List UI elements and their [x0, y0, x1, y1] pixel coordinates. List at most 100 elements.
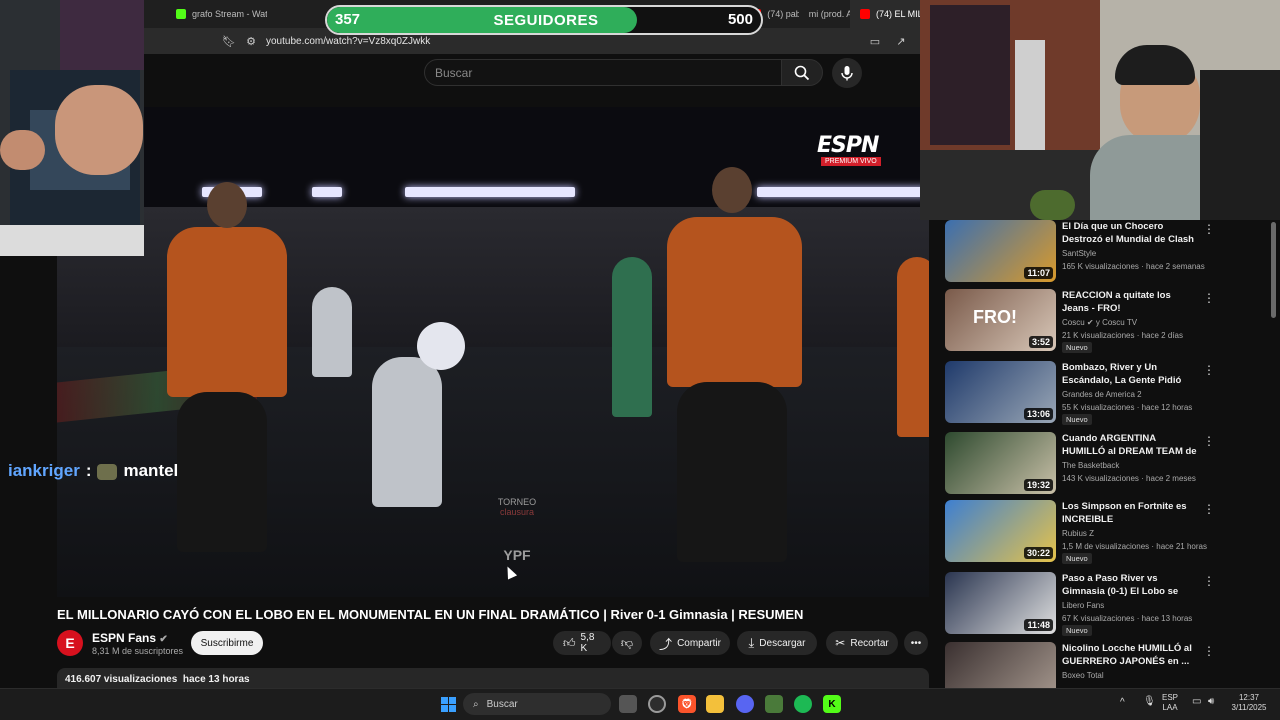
recommendation-thumbnail[interactable]: 30:22 [945, 500, 1056, 562]
recommendation-channel[interactable]: The Basketback [1062, 461, 1119, 470]
recommendation-channel[interactable]: Boxeo Total [1062, 671, 1104, 680]
view-count: 416.607 visualizaciones [65, 674, 178, 685]
network-icon[interactable]: ▭ [1192, 697, 1201, 707]
more-options-icon[interactable]: ⋮ [1203, 434, 1215, 448]
tab-current[interactable]: (74) EL MILLONARIO [850, 0, 920, 28]
voice-search-button[interactable] [832, 58, 862, 88]
tab-kick[interactable]: grafo Stream - Watch Live on Kick [166, 0, 267, 28]
scissors-icon: ✂ [835, 636, 846, 650]
download-button[interactable]: ⤓ Descargar [737, 631, 817, 655]
address-bar-actions: ▭ ↗ [864, 35, 920, 48]
thumbs-down-icon: 👎︎ [620, 635, 634, 650]
recommendation-meta: 165 K visualizaciones · hace 2 semanas [1062, 262, 1205, 271]
recommendation-title[interactable]: REACCION a quitate los Jeans - FRO! [1062, 289, 1198, 315]
verified-icon: ✔︎ [159, 634, 168, 645]
channel-avatar[interactable]: E [57, 630, 83, 656]
search-icon: ⌕ [473, 698, 479, 710]
search-button[interactable] [781, 59, 823, 86]
url-field[interactable]: youtube.com/watch?v=Vz8xq0ZJwkk [266, 36, 430, 47]
search-icon [794, 65, 810, 80]
more-icon: ••• [910, 637, 922, 649]
site-info-icon[interactable]: ⚙︎ [240, 35, 262, 48]
more-actions-button[interactable]: ••• [904, 631, 928, 655]
language-indicator[interactable]: ESP LAA [1162, 693, 1178, 713]
follower-goal: 500 [727, 11, 753, 28]
video-player[interactable]: ESPN PREMIUM VIVO TORNEO clausura YPF [57, 107, 929, 597]
dislike-button[interactable]: 👎︎ [612, 631, 642, 655]
file-explorer-icon[interactable] [706, 695, 724, 713]
more-options-icon[interactable]: ⋮ [1203, 222, 1215, 236]
recommendation-item[interactable]: 13:06 Bombazo, River y Un Escándalo, La G… [945, 361, 1245, 425]
download-icon: ⤓ [748, 635, 755, 650]
share-icon[interactable]: ↗ [890, 35, 912, 48]
kick-app-icon[interactable]: K [823, 695, 841, 713]
more-options-icon[interactable]: ⋮ [1203, 363, 1215, 377]
mic-tray-icon[interactable]: 🎙︎ [1143, 697, 1156, 707]
recommendation-channel[interactable]: SantStyle [1062, 249, 1096, 258]
recommendation-title[interactable]: Bombazo, River y Un Escándalo, La Gente … [1062, 361, 1198, 387]
tab-song[interactable]: mi (prod. A... [799, 0, 850, 28]
recommendation-channel[interactable]: Rubius Z [1062, 529, 1094, 538]
more-options-icon[interactable]: ⋮ [1203, 644, 1215, 658]
bookmark-icon[interactable]: 🔖︎ [218, 35, 240, 48]
recommendation-thumbnail[interactable]: 11:48 [945, 572, 1056, 634]
recommendation-item[interactable]: 11:07 El Día que un Chocero Destrozó el M… [945, 220, 1245, 284]
recommendation-thumbnail[interactable]: FRO! 3:52 [945, 289, 1056, 351]
kid-with-ball [372, 357, 442, 507]
recommendation-title[interactable]: Paso a Paso River vs Gimnasia (0-1) El L… [1062, 572, 1198, 598]
cast-icon[interactable]: ▭ [864, 35, 886, 48]
kick-icon [176, 9, 186, 19]
share-button[interactable]: ⤴ Compartir [650, 631, 730, 655]
recommendation-title[interactable]: Cuando ARGENTINA HUMILLÓ al DREAM TEAM d… [1062, 432, 1198, 458]
clip-button[interactable]: ✂ Recortar [826, 631, 898, 655]
chat-separator: : [85, 461, 92, 480]
video-duration: 11:07 [1024, 267, 1053, 279]
more-options-icon[interactable]: ⋮ [1203, 502, 1215, 516]
recommendation-thumbnail[interactable]: 11:07 [945, 220, 1056, 282]
more-options-icon[interactable]: ⋮ [1203, 291, 1215, 305]
search-input[interactable]: Buscar [424, 59, 782, 86]
recommendation-meta: 1,5 M de visualizaciones · hace 21 horas [1062, 542, 1207, 551]
upload-age: hace 13 horas [182, 674, 250, 685]
recommendation-title[interactable]: Nicolino Locche HUMILLÓ al GUERRERO JAPO… [1062, 642, 1198, 668]
thumbnail-text: FRO! [973, 307, 1017, 327]
spotify-icon[interactable] [794, 695, 812, 713]
recommendation-thumbnail[interactable]: 13:06 [945, 361, 1056, 423]
chrome-icon[interactable] [648, 695, 666, 713]
clock[interactable]: 12:37 3/11/2025 [1228, 693, 1270, 713]
microphone-icon [841, 66, 853, 81]
new-badge: Nuevo [1062, 625, 1092, 636]
video-duration: 13:06 [1023, 408, 1053, 420]
recommendation-channel[interactable]: Coscu ✔︎ y Coscu TV [1062, 318, 1137, 327]
tray-chevron-icon[interactable]: ^ [1120, 698, 1125, 708]
more-options-icon[interactable]: ⋮ [1203, 574, 1215, 588]
recommendation-thumbnail[interactable]: 19:32 [945, 432, 1056, 494]
follower-count: 357 [335, 11, 361, 28]
goalkeeper [612, 257, 652, 417]
video-duration: 19:32 [1023, 479, 1053, 491]
task-view-icon[interactable] [619, 695, 637, 713]
app-icon[interactable] [765, 695, 783, 713]
recommendation-title[interactable]: Los Simpson en Fortnite es INCREIBLE [1062, 500, 1198, 526]
windows-start-icon[interactable] [441, 697, 456, 712]
sidebar-scrollbar[interactable] [1271, 222, 1276, 318]
recommendation-title[interactable]: El Día que un Chocero Destrozó el Mundia… [1062, 220, 1198, 246]
screen: grafo Stream - Watch Live on Kick (74) p… [0, 0, 1280, 720]
tab-label: mi (prod. A... [808, 9, 850, 19]
follower-goal-bar: SEGUIDORES 357 500 [325, 5, 763, 35]
recommendation-item[interactable]: 11:48 Paso a Paso River vs Gimnasia (0-1)… [945, 572, 1245, 636]
channel-name[interactable]: ESPN Fans ✔︎ [92, 631, 168, 645]
taskbar-search[interactable]: ⌕ Buscar [463, 693, 611, 715]
discord-icon[interactable] [736, 695, 754, 713]
recommendation-channel[interactable]: Grandes de America 2 [1062, 390, 1142, 399]
brave-icon[interactable]: 🦁︎ [678, 695, 696, 713]
volume-icon[interactable]: 🔊︎ [1208, 697, 1214, 707]
subscribe-button[interactable]: Suscribirme [191, 631, 263, 655]
referee-left [167, 227, 287, 397]
recommendation-item[interactable]: FRO! 3:52 REACCION a quitate los Jeans - F… [945, 289, 1245, 353]
recommendation-channel[interactable]: Libero Fans [1062, 601, 1104, 610]
like-button[interactable]: 👍︎ 5,8 K [553, 631, 611, 655]
recommendation-item[interactable]: 19:32 Cuando ARGENTINA HUMILLÓ al DREAM T… [945, 432, 1245, 496]
recommendation-item[interactable]: 30:22 Los Simpson en Fortnite es INCREIBL… [945, 500, 1245, 564]
webcam-streamer [920, 0, 1280, 220]
